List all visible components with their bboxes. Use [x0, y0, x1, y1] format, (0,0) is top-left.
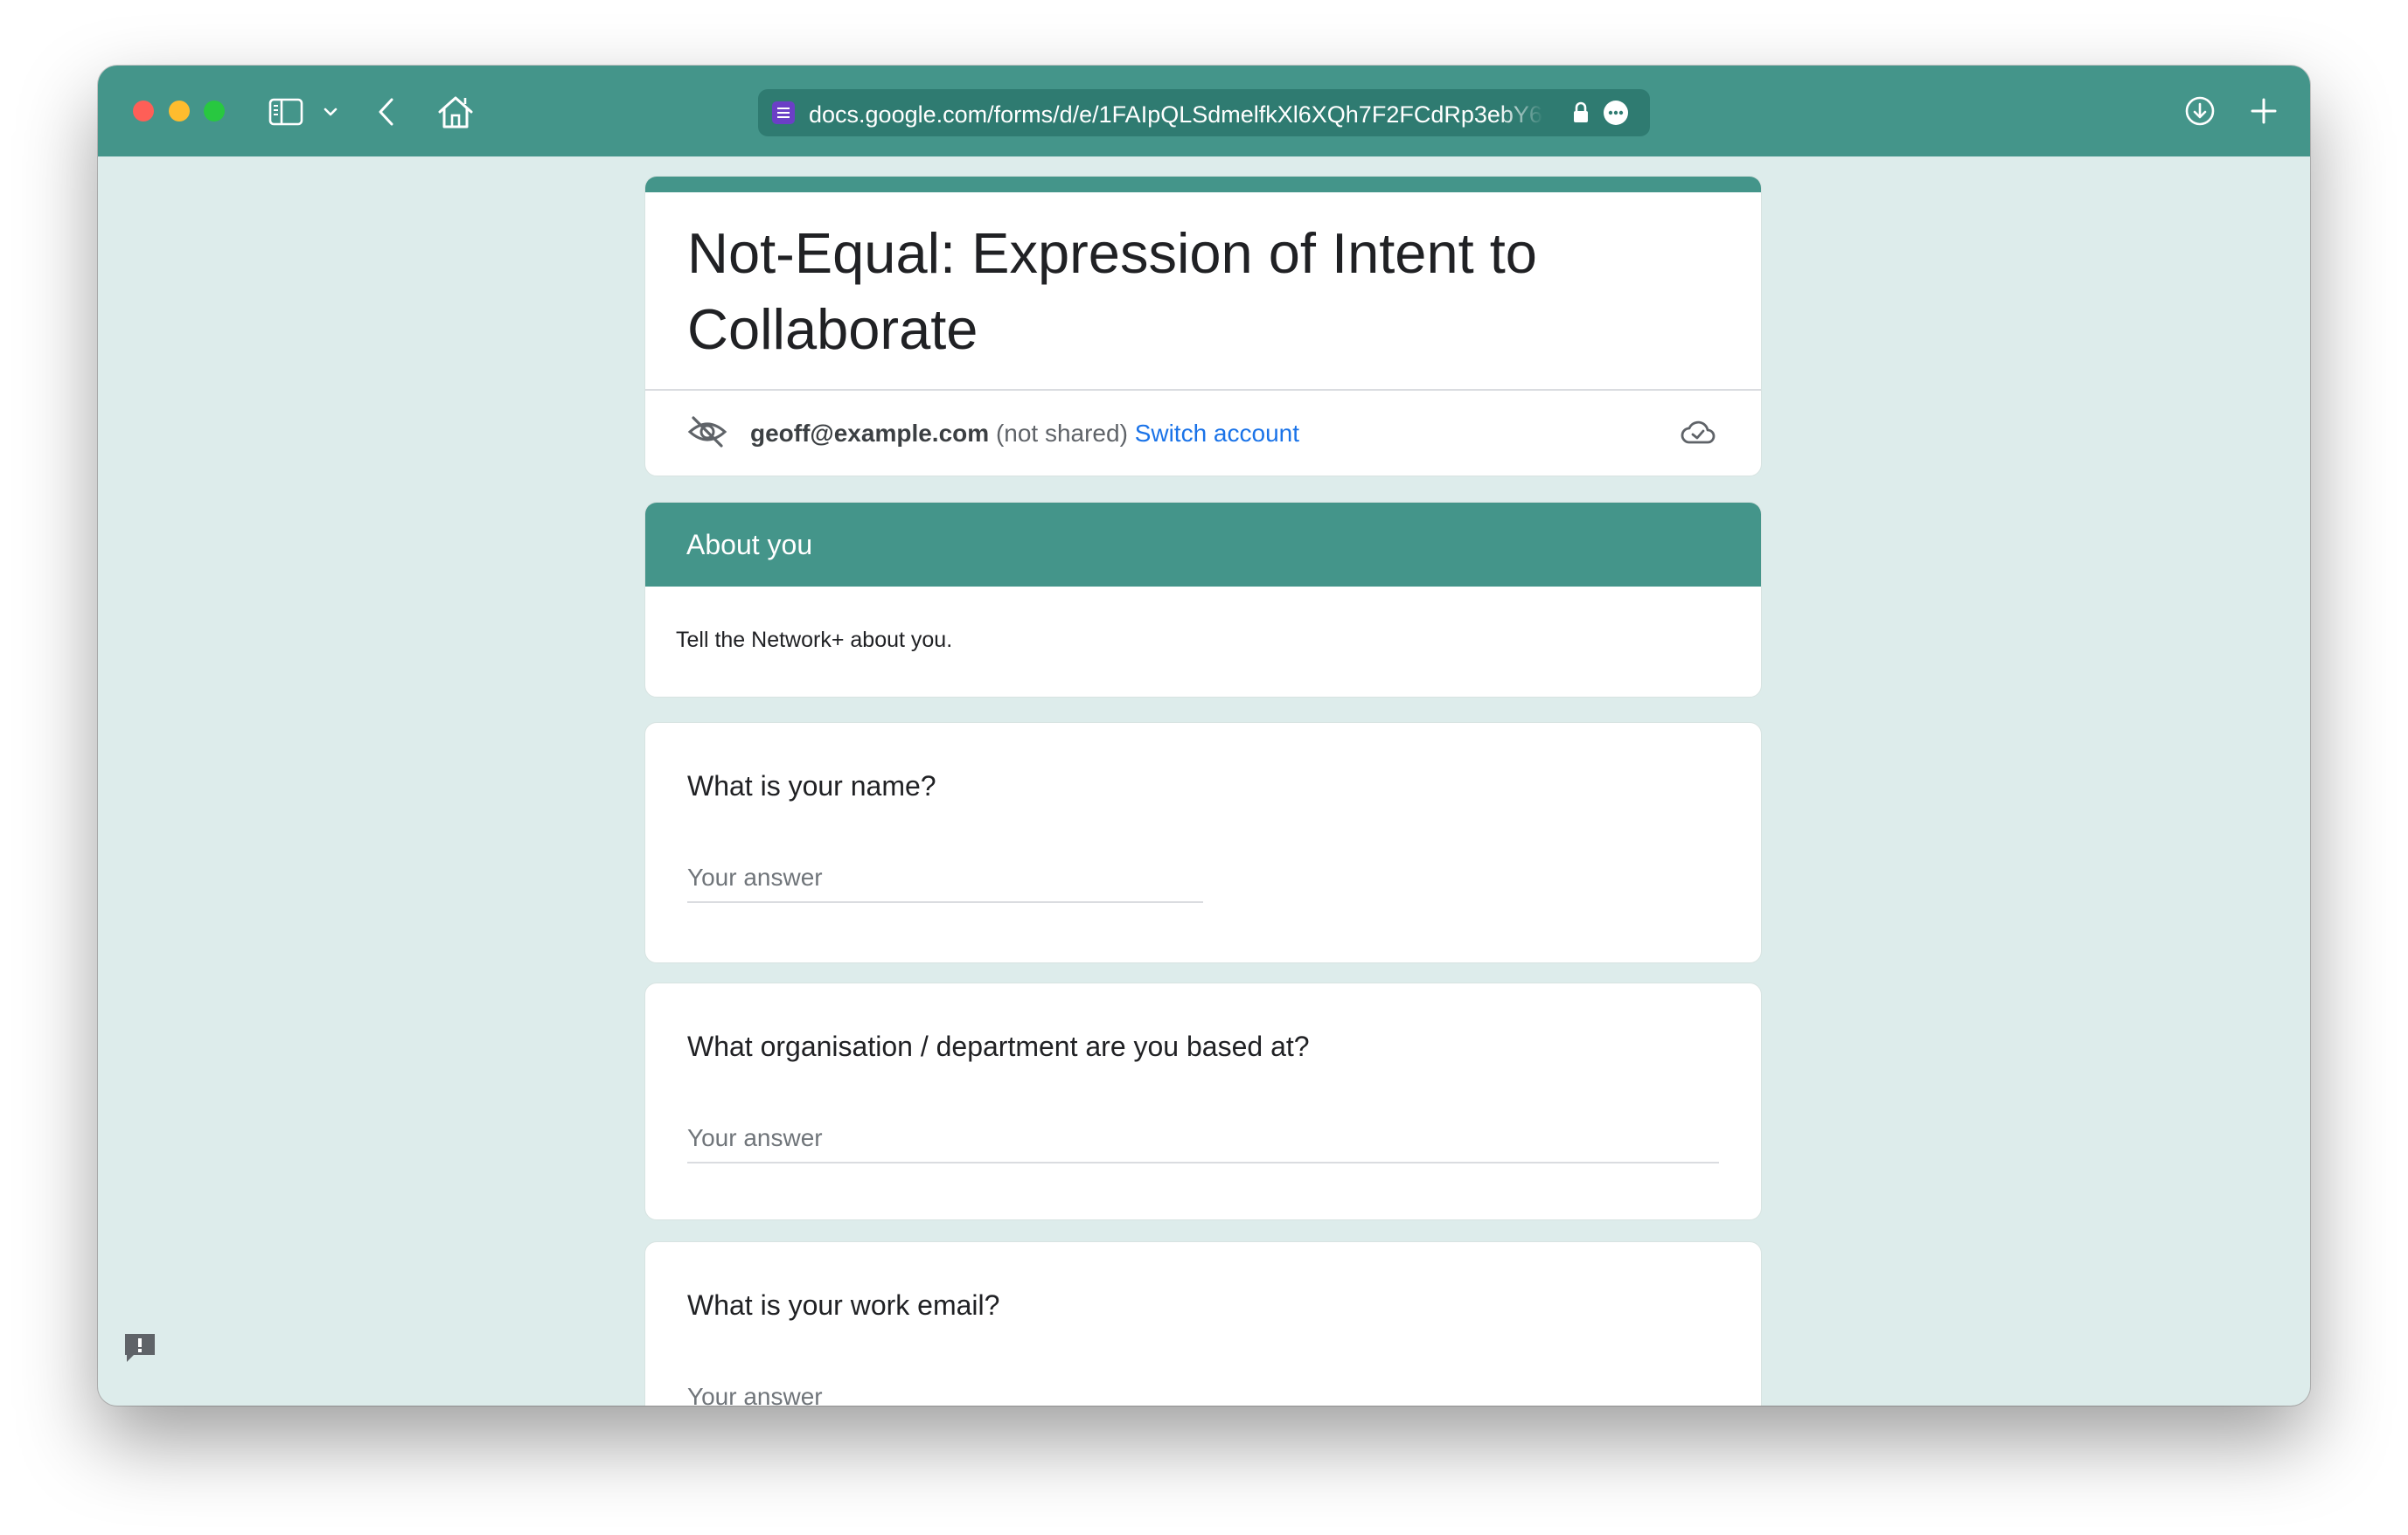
- chevron-down-icon[interactable]: [324, 107, 338, 117]
- email-answer-input[interactable]: Your answer: [687, 1380, 1719, 1406]
- form-title: Not-Equal: Expression of Intent to Colla…: [687, 221, 1537, 361]
- download-icon[interactable]: [2184, 95, 2216, 127]
- zoom-window-button[interactable]: [204, 101, 225, 122]
- account-email: geoff@example.com: [750, 420, 990, 447]
- page-content: Not-Equal: Expression of Intent to Colla…: [98, 156, 2310, 1406]
- account-row: geoff@example.com (not shared) Switch ac…: [645, 391, 1761, 476]
- forms-favicon-icon: [772, 101, 795, 124]
- feedback-icon[interactable]: [122, 1330, 158, 1365]
- close-window-button[interactable]: [133, 101, 154, 122]
- eye-off-icon: [687, 416, 727, 448]
- minimize-window-button[interactable]: [169, 101, 190, 122]
- form-title-card: Not-Equal: Expression of Intent to Colla…: [644, 176, 1762, 476]
- more-icon[interactable]: [1603, 100, 1629, 126]
- question-label: What organisation / department are you b…: [687, 1031, 1310, 1062]
- question-card-organisation: What organisation / department are you b…: [644, 983, 1762, 1220]
- lock-icon: [1574, 101, 1588, 122]
- title-accent-strip: [645, 177, 1761, 192]
- home-icon[interactable]: [436, 94, 475, 129]
- section-header: About you: [645, 503, 1761, 587]
- back-icon[interactable]: [376, 97, 397, 127]
- section-description: Tell the Network+ about you.: [676, 628, 953, 652]
- new-tab-icon[interactable]: [2250, 97, 2278, 125]
- address-bar[interactable]: docs.google.com/forms/d/e/1FAIpQLSdmelfk…: [758, 89, 1650, 136]
- name-answer-input[interactable]: Your answer: [687, 861, 1203, 903]
- question-card-name: What is your name? Your answer: [644, 722, 1762, 963]
- sidebar-icon[interactable]: [268, 98, 303, 126]
- section-card: About you Tell the Network+ about you.: [644, 502, 1762, 698]
- url-text[interactable]: docs.google.com/forms/d/e/1FAIpQLSdmelfk…: [809, 101, 1543, 128]
- switch-account-link[interactable]: Switch account: [1135, 420, 1299, 447]
- question-card-email: What is your work email? Your answer: [644, 1241, 1762, 1406]
- question-label: What is your name?: [687, 770, 936, 802]
- not-shared-label: (not shared): [995, 420, 1128, 447]
- cloud-saved-icon: [1681, 420, 1716, 444]
- browser-window: docs.google.com/forms/d/e/1FAIpQLSdmelfk…: [98, 66, 2310, 1406]
- account-text: geoff@example.com (not shared) Switch ac…: [750, 419, 1299, 448]
- browser-toolbar: docs.google.com/forms/d/e/1FAIpQLSdmelfk…: [98, 66, 2310, 156]
- question-label: What is your work email?: [687, 1289, 1000, 1321]
- section-title: About you: [686, 529, 813, 560]
- organisation-answer-input[interactable]: Your answer: [687, 1122, 1719, 1163]
